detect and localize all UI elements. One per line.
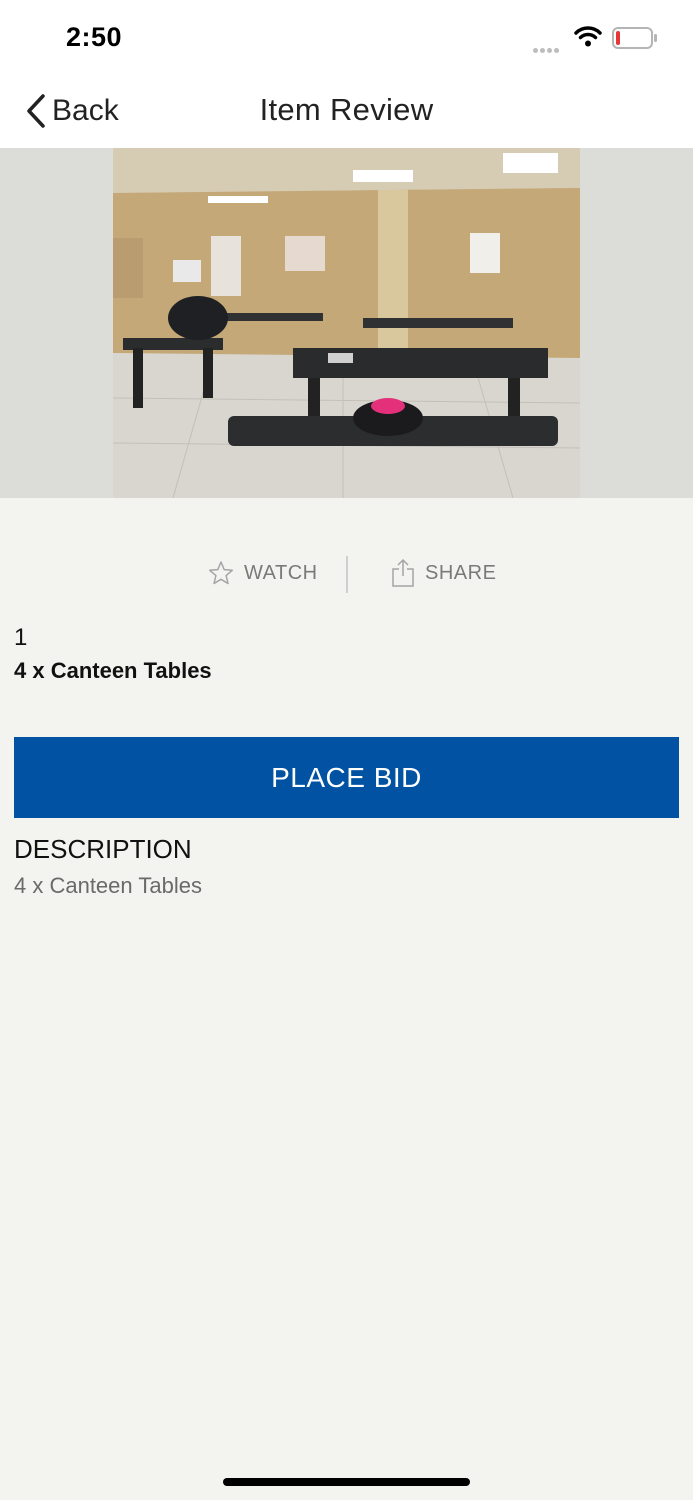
navigation-bar: Back Item Review (0, 74, 693, 148)
action-divider (346, 556, 348, 593)
share-label: SHARE (425, 561, 497, 584)
home-indicator[interactable] (223, 1478, 470, 1486)
lot-number: 1 (14, 624, 28, 651)
cellular-signal-icon (533, 40, 561, 58)
battery-icon (612, 27, 657, 49)
watch-button[interactable]: WATCH (208, 560, 318, 586)
place-bid-button[interactable]: PLACE BID (14, 737, 679, 818)
item-image-area[interactable] (0, 148, 693, 498)
share-icon (392, 558, 414, 587)
description-text: 4 x Canteen Tables (14, 873, 202, 898)
page-title: Item Review (259, 92, 434, 127)
item-photo[interactable] (113, 148, 580, 498)
star-icon (208, 561, 234, 585)
item-actions: WATCH SHARE (0, 556, 693, 594)
share-button[interactable]: SHARE (391, 558, 496, 588)
lot-title: 4 x Canteen Tables (14, 658, 212, 683)
watch-label: WATCH (244, 561, 318, 584)
description-heading: DESCRIPTION (14, 834, 192, 864)
status-bar: 2:50 (0, 0, 693, 74)
wifi-icon (574, 26, 602, 47)
status-time: 2:50 (66, 22, 123, 52)
